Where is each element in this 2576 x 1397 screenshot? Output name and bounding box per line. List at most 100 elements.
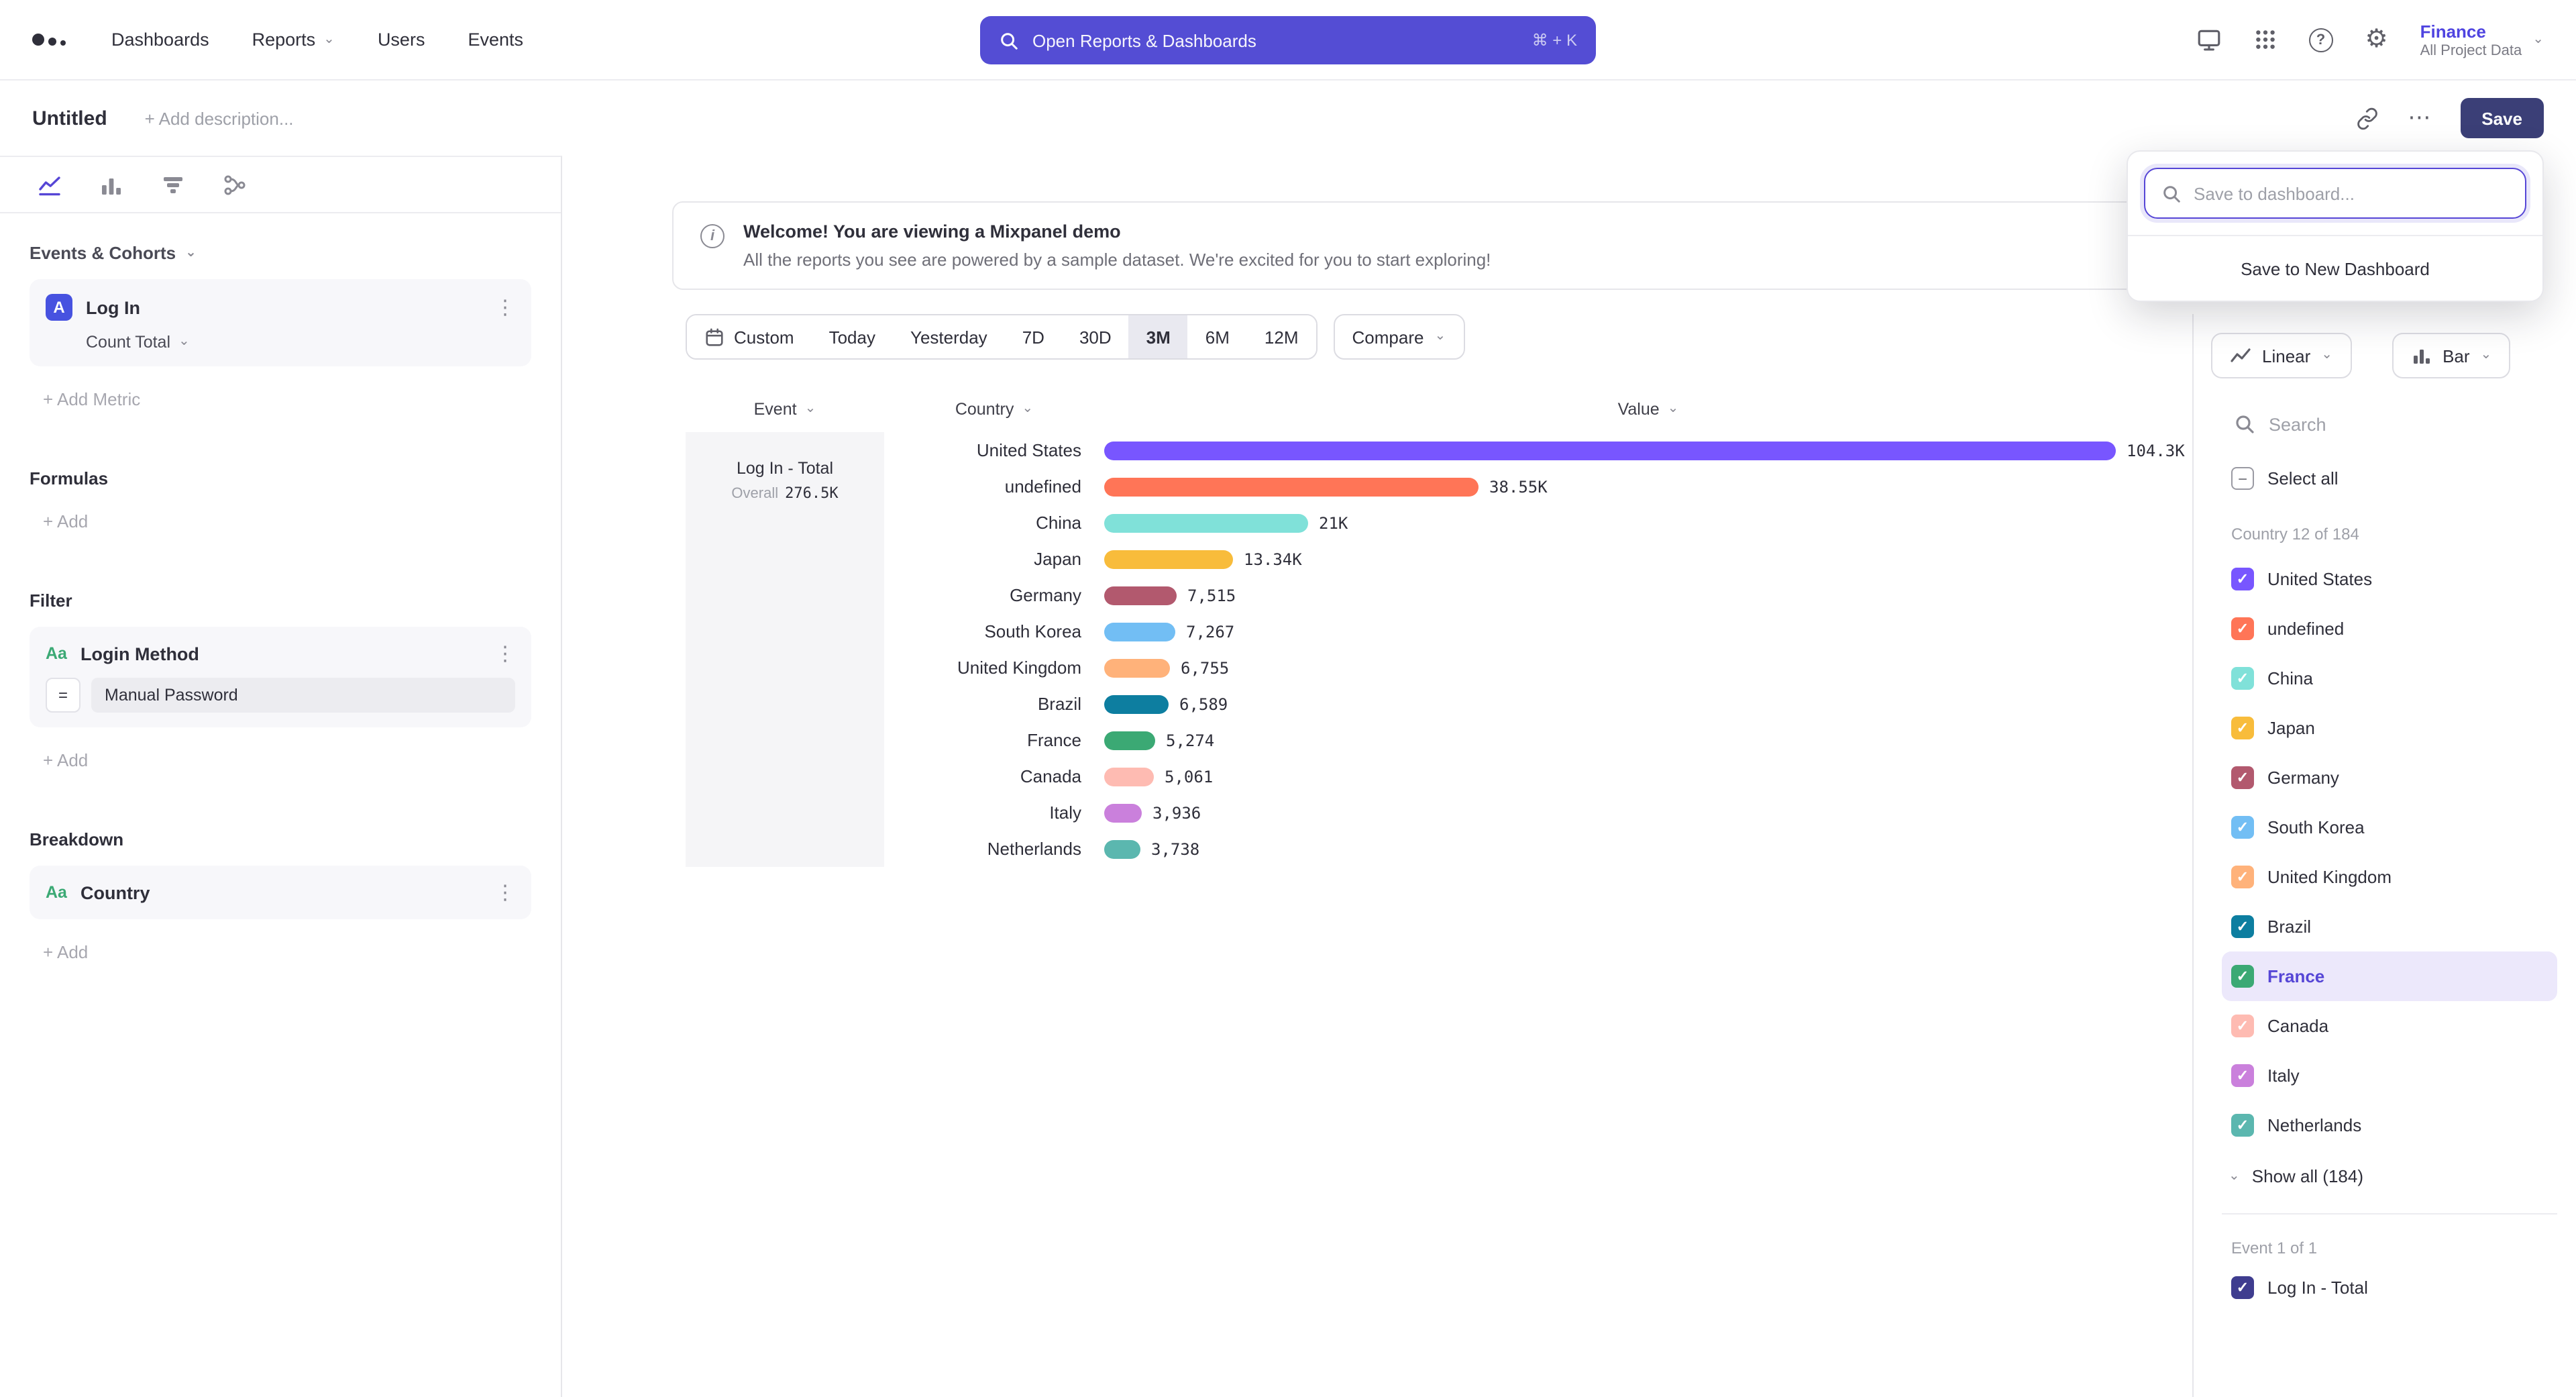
value-bar[interactable] — [1104, 477, 1479, 496]
add-metric-button[interactable]: + Add Metric — [43, 389, 531, 409]
report-title[interactable]: Untitled — [32, 107, 107, 130]
event-filter-item[interactable]: ✓ Log In - Total — [2231, 1276, 2576, 1299]
demo-monitor-icon[interactable] — [2196, 27, 2222, 52]
country-filter-item[interactable]: ✓Netherlands — [2222, 1100, 2557, 1150]
breakdown-card-country[interactable]: Aa Country ⋮ — [30, 866, 531, 919]
range-tab-6m[interactable]: 6M — [1188, 315, 1247, 358]
chart-type-dropdown[interactable]: Bar⌄ — [2392, 333, 2510, 378]
metric-kebab-icon[interactable]: ⋮ — [495, 295, 515, 319]
tab-funnel-icon[interactable] — [161, 172, 185, 197]
event-summary-cell[interactable]: Log In - Total Overall276.5K — [686, 432, 884, 867]
country-filter-label: China — [2267, 668, 2313, 688]
apps-grid-icon[interactable] — [2254, 28, 2277, 51]
checkbox-checked[interactable]: ✓ — [2231, 816, 2254, 839]
tab-bar-chart-icon[interactable] — [99, 172, 123, 197]
breakdown-kebab-icon[interactable]: ⋮ — [495, 880, 515, 904]
column-header-value[interactable]: Value⌄ — [1104, 400, 2192, 419]
panel-search-input[interactable]: Search — [2234, 413, 2576, 435]
checkbox-checked[interactable]: ✓ — [2231, 617, 2254, 640]
events-cohorts-header[interactable]: Events & Cohorts⌄ — [30, 243, 531, 263]
nav-reports[interactable]: Reports⌄ — [252, 30, 335, 50]
add-formula-button[interactable]: + Add — [43, 511, 531, 531]
breakdown-property-name[interactable]: Country — [80, 882, 150, 902]
project-switcher[interactable]: Finance All Project Data ⌄ — [2420, 21, 2544, 58]
add-description-field[interactable]: + Add description... — [145, 108, 294, 128]
filter-kebab-icon[interactable]: ⋮ — [495, 641, 515, 666]
country-filter-item[interactable]: ✓Brazil — [2222, 902, 2557, 951]
checkbox-checked[interactable]: ✓ — [2231, 1064, 2254, 1087]
show-all-button[interactable]: ⌄ Show all (184) — [2229, 1166, 2576, 1186]
value-bar[interactable] — [1104, 731, 1155, 749]
country-filter-item[interactable]: ✓undefined — [2222, 604, 2557, 654]
value-bar[interactable] — [1104, 839, 1140, 858]
checkbox-checked[interactable]: ✓ — [2231, 965, 2254, 988]
checkbox-checked[interactable]: ✓ — [2231, 1276, 2254, 1299]
value-bar[interactable] — [1104, 441, 2116, 460]
range-tab-today[interactable]: Today — [812, 315, 893, 358]
country-filter-item[interactable]: ✓Canada — [2222, 1001, 2557, 1051]
country-filter-item[interactable]: ✓South Korea — [2222, 803, 2557, 852]
checkbox-checked[interactable]: ✓ — [2231, 915, 2254, 938]
nav-users[interactable]: Users — [378, 30, 425, 50]
line-style-dropdown[interactable]: Linear⌄ — [2211, 333, 2351, 378]
nav-events[interactable]: Events — [468, 30, 523, 50]
country-filter-item[interactable]: ✓United States — [2222, 554, 2557, 604]
indeterminate-checkbox-icon[interactable]: − — [2231, 467, 2254, 490]
country-filter-item[interactable]: ✓Japan — [2222, 703, 2557, 753]
checkbox-checked[interactable]: ✓ — [2231, 1015, 2254, 1037]
aggregation-selector[interactable]: Count Total⌄ — [86, 333, 515, 352]
country-filter-item[interactable]: ✓Italy — [2222, 1051, 2557, 1100]
save-button[interactable]: Save — [2460, 98, 2544, 138]
compare-button[interactable]: Compare⌄ — [1334, 314, 1465, 360]
select-all-checkbox[interactable]: − Select all — [2231, 467, 2576, 490]
checkbox-checked[interactable]: ✓ — [2231, 568, 2254, 590]
settings-gear-icon[interactable]: ⚙ — [2365, 27, 2388, 52]
value-bar[interactable] — [1104, 586, 1177, 605]
filter-value-field[interactable]: Manual Password — [91, 678, 515, 713]
metric-name[interactable]: Log In — [86, 297, 140, 317]
country-label: Germany — [884, 585, 1081, 605]
value-bar[interactable] — [1104, 694, 1169, 713]
value-bar[interactable] — [1104, 803, 1142, 822]
add-filter-button[interactable]: + Add — [43, 750, 531, 770]
checkbox-checked[interactable]: ✓ — [2231, 1114, 2254, 1137]
value-bar[interactable] — [1104, 550, 1233, 568]
country-filter-item[interactable]: ✓United Kingdom — [2222, 852, 2557, 902]
checkbox-checked[interactable]: ✓ — [2231, 717, 2254, 739]
global-search[interactable]: Open Reports & Dashboards ⌘ + K — [980, 16, 1596, 64]
share-link-icon[interactable] — [2355, 107, 2378, 130]
save-to-new-dashboard-button[interactable]: Save to New Dashboard — [2128, 236, 2542, 301]
column-header-event[interactable]: Event⌄ — [686, 400, 884, 419]
checkbox-checked[interactable]: ✓ — [2231, 766, 2254, 789]
mixpanel-logo-icon[interactable] — [32, 34, 68, 46]
country-filter-item[interactable]: ✓France — [2222, 951, 2557, 1001]
column-header-country[interactable]: Country⌄ — [884, 400, 1104, 419]
range-tab-yesterday[interactable]: Yesterday — [893, 315, 1005, 358]
nav-dashboards[interactable]: Dashboards — [111, 30, 209, 50]
country-list: ✓United States✓undefined✓China✓Japan✓Ger… — [2194, 554, 2576, 1150]
metric-card-log-in[interactable]: A Log In ⋮ Count Total⌄ — [30, 279, 531, 366]
range-tab-30d[interactable]: 30D — [1062, 315, 1129, 358]
help-icon[interactable]: ? — [2309, 28, 2333, 52]
checkbox-checked[interactable]: ✓ — [2231, 667, 2254, 690]
value-bar[interactable] — [1104, 767, 1154, 786]
filter-property-name[interactable]: Login Method — [80, 643, 199, 664]
tab-insights-chart-icon[interactable] — [38, 172, 62, 197]
add-breakdown-button[interactable]: + Add — [43, 942, 531, 962]
checkbox-checked[interactable]: ✓ — [2231, 866, 2254, 888]
range-tab-7d[interactable]: 7D — [1005, 315, 1062, 358]
value-bar[interactable] — [1104, 622, 1175, 641]
more-options-icon[interactable]: ⋯ — [2408, 105, 2430, 132]
range-tab-3m[interactable]: 3M — [1129, 315, 1188, 358]
range-tab-12m[interactable]: 12M — [1247, 315, 1316, 358]
filter-operator[interactable]: = — [46, 678, 80, 713]
filter-card-login-method[interactable]: Aa Login Method ⋮ = Manual Password — [30, 627, 531, 727]
range-tab-custom[interactable]: Custom — [687, 315, 812, 358]
value-label: 6,589 — [1179, 694, 1228, 713]
tab-flows-icon[interactable] — [223, 172, 247, 197]
save-dashboard-search-input[interactable]: Save to dashboard... — [2144, 168, 2526, 219]
value-bar[interactable] — [1104, 513, 1308, 532]
value-bar[interactable] — [1104, 658, 1170, 677]
country-filter-item[interactable]: ✓ China — [2222, 654, 2557, 703]
country-filter-item[interactable]: ✓Germany — [2222, 753, 2557, 803]
